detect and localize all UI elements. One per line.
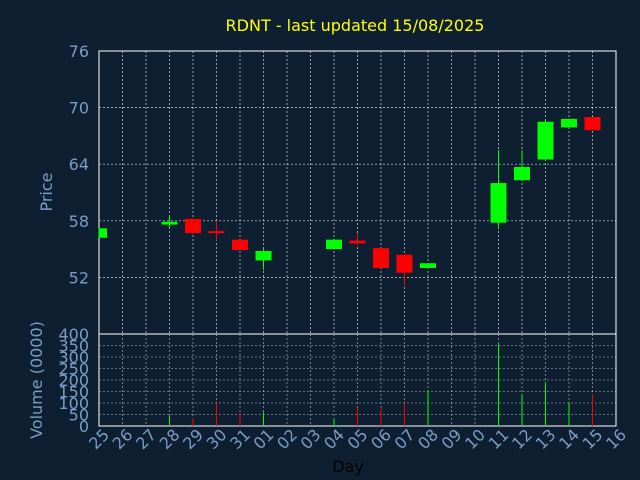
price-tick-label: 70 (69, 99, 89, 118)
candle-body (185, 218, 201, 234)
candle-body (255, 250, 272, 261)
x-tick-label: 16 (602, 425, 630, 453)
volume-tick-label: 400 (58, 325, 89, 344)
candle-body (396, 254, 413, 273)
candle-body (208, 231, 225, 234)
price-panel: 52 58 64 70 76 Price (37, 42, 617, 335)
x-axis-label: Day (332, 457, 364, 476)
candlestick-chart: RDNT - last updated 15/08/2025 52 58 64 70 7… (27, 16, 630, 476)
candle-body (99, 228, 107, 238)
candle-body (490, 183, 507, 223)
candle-body (232, 239, 248, 251)
candle-body (584, 117, 601, 131)
chart-title: RDNT - last updated 15/08/2025 (226, 16, 485, 35)
candle-body (349, 240, 366, 244)
price-y-axis: 52 58 64 70 76 (69, 42, 89, 287)
candle-body (373, 248, 389, 268)
price-axis-label: Price (37, 172, 56, 211)
candle-body (561, 118, 577, 128)
volume-axis-label: Volume (0000) (27, 321, 46, 439)
x-axis: 2526272829303101020304050607080910111213… (85, 425, 630, 453)
volume-y-axis: 050100150200250300350400 (58, 325, 89, 436)
price-tick-label: 76 (69, 42, 89, 61)
candle-body (514, 167, 530, 181)
candle-body (537, 121, 554, 160)
price-tick-label: 58 (69, 212, 89, 231)
candle-body (326, 239, 342, 250)
candle-body (420, 263, 436, 268)
volume-bars (169, 344, 593, 426)
price-tick-label: 52 (69, 268, 89, 287)
volume-panel: 050100150200250300350400 Volume (0000) (27, 321, 617, 439)
price-grid (99, 51, 616, 334)
candle-body (161, 221, 178, 225)
price-tick-label: 64 (69, 155, 89, 174)
candles (98, 117, 601, 286)
